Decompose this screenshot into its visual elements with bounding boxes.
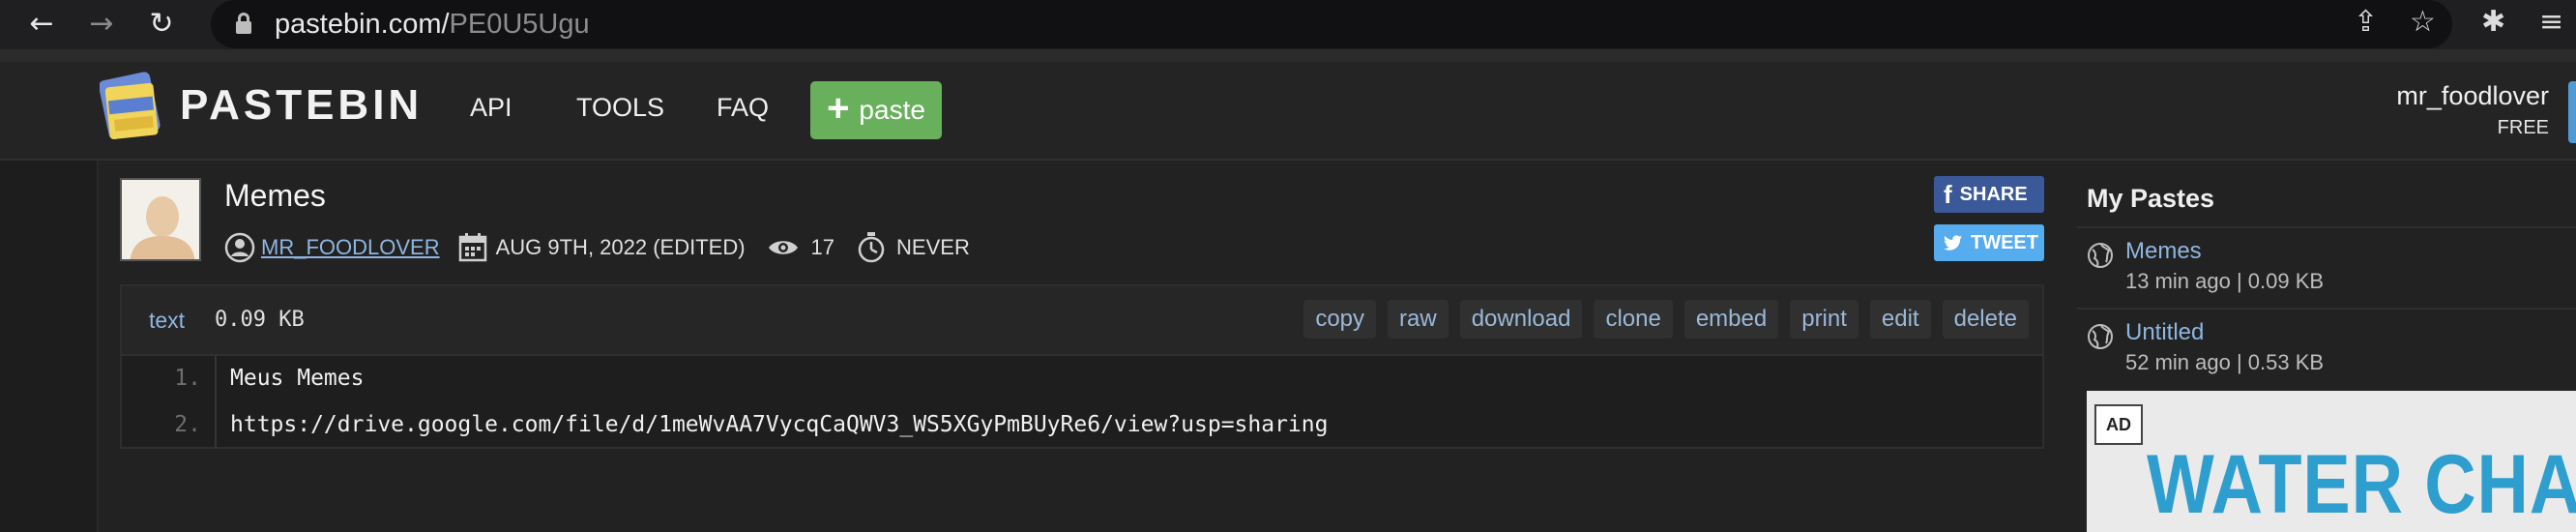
left-margin — [0, 161, 99, 532]
site-logo-text[interactable]: PASTEBIN — [180, 81, 423, 130]
toolbar-divider — [0, 49, 2576, 62]
code-line[interactable]: Meus Memes — [230, 366, 364, 391]
nav-api[interactable]: API — [470, 93, 512, 123]
copy-button[interactable]: copy — [1303, 300, 1377, 339]
facebook-icon: f — [1944, 179, 1952, 209]
paste-title: Memes — [224, 178, 326, 213]
line-number: 2. — [174, 412, 201, 437]
nav-faq[interactable]: FAQ — [717, 93, 769, 123]
paste-date: AUG 9TH, 2022 (EDITED) — [495, 235, 746, 259]
user-name[interactable]: mr_foodlover — [2396, 81, 2549, 111]
clone-button[interactable]: clone — [1594, 300, 1673, 339]
user-avatar[interactable] — [2568, 81, 2576, 143]
site-header: PASTEBIN API TOOLS FAQ + paste mr_foodlo… — [0, 62, 2576, 161]
extensions-icon[interactable]: ✱ — [2481, 8, 2505, 37]
my-paste-title[interactable]: Memes — [2125, 238, 2202, 265]
edit-button[interactable]: edit — [1869, 300, 1931, 339]
lock-icon[interactable] — [236, 13, 251, 34]
my-paste-meta: 52 min ago | 0.53 KB — [2125, 350, 2325, 374]
code-toolbar: text 0.09 KB copy raw download clone emb… — [122, 286, 2042, 356]
eye-icon — [768, 241, 798, 254]
author-avatar[interactable] — [120, 178, 201, 261]
bookmark-star-icon[interactable]: ☆ — [2410, 8, 2436, 37]
view-count: 17 — [810, 235, 835, 259]
tweet-label: TWEET — [1971, 231, 2038, 253]
advertisement[interactable]: AD WATER CHANGE — [2087, 391, 2576, 532]
sidebar-divider — [2077, 308, 2576, 310]
pastebin-logo-icon[interactable] — [99, 70, 161, 141]
my-paste-meta: 13 min ago | 0.09 KB — [2125, 269, 2325, 293]
sidebar-divider — [2077, 226, 2576, 228]
user-icon — [224, 232, 255, 263]
facebook-share-button[interactable]: f SHARE — [1934, 176, 2044, 213]
new-paste-label: paste — [859, 95, 925, 125]
line-number-gutter: 1. 2. — [122, 356, 217, 449]
back-icon[interactable]: ← — [25, 8, 58, 41]
media-controls-icon[interactable]: ≡ — [2539, 8, 2563, 37]
code-panel: text 0.09 KB copy raw download clone emb… — [120, 284, 2044, 449]
ad-headline[interactable]: WATER CHANGE — [2147, 437, 2576, 532]
timer-icon — [858, 232, 885, 263]
paste-meta: MR_FOODLOVER AUG 9TH, 2022 (EDITED) 17 N… — [224, 230, 970, 265]
globe-icon — [2088, 243, 2113, 268]
share-page-icon[interactable]: ⇪ — [2354, 8, 2378, 37]
nav-tools[interactable]: TOOLS — [576, 93, 664, 123]
user-menu[interactable]: mr_foodlover FREE — [2396, 81, 2549, 139]
plus-icon: + — [827, 87, 850, 130]
paste-size: 0.09 KB — [215, 308, 305, 332]
browser-toolbar: ← → ↻ pastebin.com/PE0U5Ugu ⇪ ☆ ✱ ≡ — [0, 0, 2576, 49]
delete-button[interactable]: delete — [1942, 300, 2029, 339]
address-bar[interactable]: pastebin.com/PE0U5Ugu ⇪ ☆ — [211, 0, 2452, 48]
tweet-button[interactable]: TWEET — [1934, 224, 2044, 261]
globe-icon — [2088, 324, 2113, 349]
user-plan: FREE — [2497, 117, 2549, 138]
share-label: SHARE — [1959, 183, 2028, 205]
code-line[interactable]: https://drive.google.com/file/d/1meWvAA7… — [230, 412, 1328, 437]
print-button[interactable]: print — [1790, 300, 1859, 339]
my-pastes-heading: My Pastes — [2087, 184, 2215, 213]
embed-button[interactable]: embed — [1683, 300, 1779, 339]
reload-icon[interactable]: ↻ — [145, 8, 178, 41]
author-link[interactable]: MR_FOODLOVER — [261, 235, 440, 260]
twitter-bird-icon — [1944, 235, 1963, 251]
url-text[interactable]: pastebin.com/PE0U5Ugu — [275, 9, 590, 41]
download-button[interactable]: download — [1459, 300, 1583, 339]
paste-expiry: NEVER — [896, 235, 970, 259]
new-paste-button[interactable]: + paste — [810, 81, 942, 139]
calendar-icon — [458, 233, 486, 262]
forward-icon[interactable]: → — [85, 8, 118, 41]
main-content: Memes MR_FOODLOVER AUG 9TH, 2022 (EDITED… — [0, 161, 2576, 532]
syntax-format-link[interactable]: text — [149, 308, 185, 334]
raw-button[interactable]: raw — [1388, 300, 1449, 339]
code-actions: copy raw download clone embed print edit… — [1303, 300, 2029, 339]
my-paste-title[interactable]: Untitled — [2125, 319, 2204, 346]
ad-badge: AD — [2094, 404, 2143, 445]
line-number: 1. — [174, 366, 201, 391]
